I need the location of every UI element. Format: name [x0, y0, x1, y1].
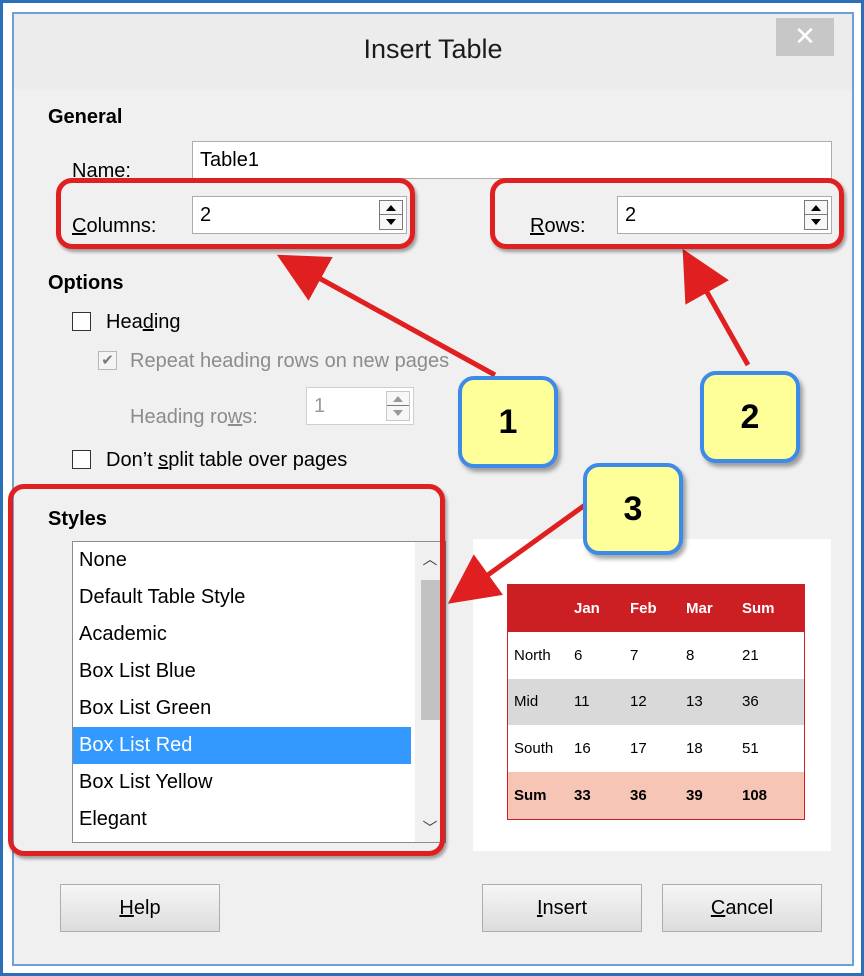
arrow-2	[682, 248, 751, 367]
arrow-3	[447, 502, 587, 604]
callout-2: 2	[700, 371, 800, 463]
arrow-1	[276, 254, 497, 378]
annotation-outline-styles	[8, 484, 445, 856]
callout-3: 3	[583, 463, 683, 555]
annotation-outline-rows	[490, 178, 844, 249]
annotation-outline-columns	[56, 178, 415, 249]
callout-1: 1	[458, 376, 558, 468]
